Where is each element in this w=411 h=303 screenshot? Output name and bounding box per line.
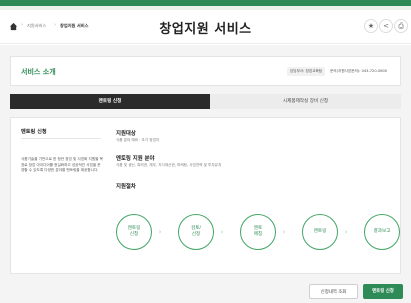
step-label: 멘토 매칭 bbox=[253, 225, 263, 238]
page-header: › 지원서비스 › 창업지원 서비스 창업지원 서비스 ★ < ⎙ bbox=[0, 10, 411, 44]
contact-info: 문의(지원사업문의): 043-720-0800 bbox=[330, 69, 388, 73]
application-history-button[interactable]: 신청내역 조회 bbox=[309, 284, 358, 299]
mentoring-apply-button[interactable]: 멘토링 신청 bbox=[363, 284, 403, 299]
mentoring-content-panel: 멘토링 신청 식품기술을 기반으로 한 청년 창업 및 사업화 지원을 목표로 … bbox=[10, 117, 401, 274]
chevron-right-icon: › bbox=[344, 228, 348, 236]
tab-mentoring-application[interactable]: 멘토링 신청 bbox=[10, 94, 210, 109]
chevron-right-icon: › bbox=[220, 228, 224, 236]
step-result-report: 결과보고 bbox=[364, 214, 400, 250]
chevron-right-icon: › bbox=[158, 228, 162, 236]
step-label: 검토/ 선정 bbox=[190, 225, 201, 238]
step-mentoring-application: 멘토링 신청 bbox=[116, 214, 152, 250]
service-intro-title: 서비스 소개 bbox=[21, 68, 56, 76]
chevron-right-icon: › bbox=[282, 228, 286, 236]
share-icon[interactable]: < bbox=[379, 19, 393, 33]
target-text: 식품 분야 예비 · 초기 창업자 bbox=[116, 138, 160, 142]
print-icon[interactable]: ⎙ bbox=[394, 19, 408, 33]
step-mentor-matching: 멘토 매칭 bbox=[240, 214, 276, 250]
target-title: 지원대상 bbox=[116, 131, 136, 137]
step-label: 멘토링 bbox=[313, 228, 327, 234]
step-review-selection: 검토/ 선정 bbox=[178, 214, 214, 250]
tab-bar: 멘토링 신청 시제품제작실 장비 신청 bbox=[10, 94, 401, 109]
department-tag: 담당부서: 창업교육팀 bbox=[287, 67, 326, 76]
step-label: 멘토링 신청 bbox=[127, 225, 141, 238]
procedure-steps: 멘토링 신청 › 검토/ 선정 › 멘토 매칭 › 멘토링 › 결과보고 bbox=[116, 214, 400, 250]
fields-title: 멘토링 지원 분야 bbox=[116, 156, 155, 162]
left-panel-description: 식품기술을 기반으로 한 청년 창업 및 사업화 지원을 목표로 창업 아이디어… bbox=[21, 157, 103, 173]
favorite-star-icon[interactable]: ★ bbox=[364, 19, 378, 33]
service-intro-box: 서비스 소개 담당부서: 창업교육팀 문의(지원사업문의): 043-720-0… bbox=[10, 56, 401, 86]
procedure-title: 지원절차 bbox=[116, 184, 136, 190]
tab-prototype-equipment[interactable]: 시제품제작실 장비 신청 bbox=[210, 94, 401, 109]
step-mentoring: 멘토링 bbox=[302, 214, 338, 250]
step-label: 결과보고 bbox=[373, 228, 391, 234]
page-title: 창업지원 서비스 bbox=[159, 22, 252, 37]
left-panel-title: 멘토링 신청 bbox=[21, 129, 47, 135]
fields-text: 식품 및 생산, 특허권, 재무, 지식재산권, 마케팅, 사업전략 및 투자유… bbox=[116, 163, 222, 167]
divider bbox=[21, 138, 101, 139]
